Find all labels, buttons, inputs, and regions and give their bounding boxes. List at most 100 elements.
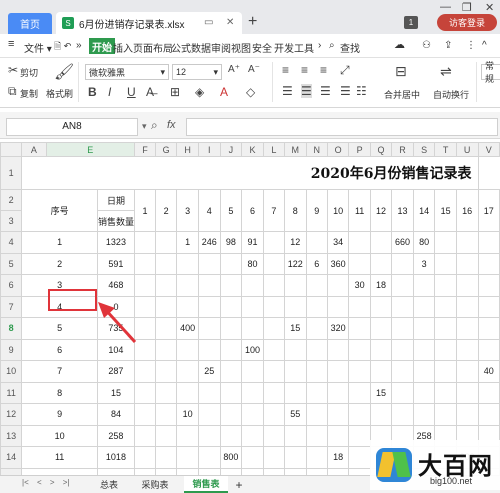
- tab-view[interactable]: 视图: [231, 40, 251, 55]
- day-cell[interactable]: [477, 231, 500, 254]
- day-cell[interactable]: [305, 317, 328, 340]
- day-cell[interactable]: [391, 360, 414, 383]
- row-header[interactable]: 13: [0, 424, 23, 447]
- close-tab-icon[interactable]: ✕: [226, 17, 234, 28]
- search-icon[interactable]: ⌕: [329, 40, 335, 51]
- border-icon[interactable]: ⊞: [170, 85, 180, 99]
- day-cell[interactable]: [155, 338, 178, 361]
- day-cell[interactable]: [241, 446, 264, 469]
- day-header[interactable]: 9: [305, 189, 328, 232]
- day-cell[interactable]: [219, 403, 243, 426]
- quick-access-icons[interactable]: 🗎 ↶: [54, 39, 71, 55]
- day-cell[interactable]: [326, 360, 350, 383]
- collapse-ribbon-icon[interactable]: ^: [482, 40, 487, 51]
- align-middle-icon[interactable]: ≡: [301, 63, 308, 77]
- day-cell[interactable]: [348, 403, 371, 426]
- day-cell[interactable]: 80: [241, 252, 264, 275]
- column-header[interactable]: G: [155, 142, 178, 157]
- sheet-tab-sales[interactable]: 销售表: [184, 476, 228, 493]
- day-cell[interactable]: [219, 295, 243, 318]
- column-header[interactable]: N: [305, 142, 328, 157]
- day-header[interactable]: 5: [219, 189, 243, 232]
- column-header[interactable]: R: [391, 142, 414, 157]
- column-header[interactable]: M: [283, 142, 307, 157]
- day-cell[interactable]: 6: [305, 252, 328, 275]
- day-cell[interactable]: [262, 381, 285, 404]
- day-header[interactable]: 4: [197, 189, 221, 232]
- day-cell[interactable]: [412, 317, 436, 340]
- day-cell[interactable]: [477, 338, 500, 361]
- name-box[interactable]: AN8: [6, 118, 138, 136]
- bold-button[interactable]: B: [88, 85, 97, 99]
- row-header[interactable]: 1: [0, 156, 23, 190]
- day-header[interactable]: 16: [455, 189, 479, 232]
- day-cell[interactable]: [155, 231, 178, 254]
- day-cell[interactable]: [197, 424, 221, 447]
- day-cell[interactable]: [391, 274, 414, 297]
- seq-cell[interactable]: 11: [21, 446, 98, 469]
- day-cell[interactable]: [369, 295, 393, 318]
- row-header[interactable]: 9: [0, 338, 23, 361]
- day-cell[interactable]: 18: [326, 446, 350, 469]
- column-header[interactable]: J: [219, 142, 243, 157]
- day-cell[interactable]: [348, 424, 371, 447]
- day-cell[interactable]: [477, 403, 500, 426]
- day-cell[interactable]: [176, 274, 199, 297]
- day-cell[interactable]: 15: [369, 381, 393, 404]
- wrap-text-icon[interactable]: ⇌: [440, 63, 452, 80]
- tab-developer[interactable]: 开发工具: [274, 40, 314, 55]
- seq-cell[interactable]: 5: [21, 317, 98, 340]
- day-cell[interactable]: [369, 317, 393, 340]
- qty-header[interactable]: 销售数量: [96, 210, 135, 232]
- day-cell[interactable]: [305, 446, 328, 469]
- day-cell[interactable]: [369, 231, 393, 254]
- seq-cell[interactable]: 6: [21, 338, 98, 361]
- qty-cell[interactable]: 468: [96, 274, 135, 297]
- close-window-icon[interactable]: ✕: [485, 1, 494, 14]
- date-header[interactable]: 日期: [96, 189, 135, 211]
- day-cell[interactable]: 246: [197, 231, 221, 254]
- column-header[interactable]: Q: [369, 142, 393, 157]
- day-cell[interactable]: [219, 252, 243, 275]
- day-cell[interactable]: [197, 274, 221, 297]
- day-cell[interactable]: [176, 252, 199, 275]
- day-header[interactable]: 2: [155, 189, 178, 232]
- zoom-icon[interactable]: ⌕: [151, 118, 158, 133]
- corner-cell[interactable]: [0, 142, 23, 157]
- day-cell[interactable]: 100: [241, 338, 264, 361]
- day-cell[interactable]: 18: [369, 274, 393, 297]
- day-cell[interactable]: [176, 338, 199, 361]
- day-cell[interactable]: [455, 338, 479, 361]
- align-top-icon[interactable]: ≡: [282, 63, 289, 77]
- day-cell[interactable]: [283, 360, 307, 383]
- day-cell[interactable]: [391, 317, 414, 340]
- day-cell[interactable]: [326, 403, 350, 426]
- day-cell[interactable]: [391, 403, 414, 426]
- align-right-icon[interactable]: ☰: [320, 84, 331, 98]
- seq-cell[interactable]: 7: [21, 360, 98, 383]
- day-cell[interactable]: [369, 360, 393, 383]
- day-cell[interactable]: [283, 424, 307, 447]
- day-cell[interactable]: [348, 295, 371, 318]
- qty-cell[interactable]: 1018: [96, 446, 135, 469]
- row-header[interactable]: 11: [0, 381, 23, 404]
- day-cell[interactable]: [391, 381, 414, 404]
- number-format-select[interactable]: 常规: [481, 61, 500, 84]
- row-header[interactable]: 6: [0, 274, 23, 297]
- day-cell[interactable]: 55: [283, 403, 307, 426]
- day-cell[interactable]: 91: [241, 231, 264, 254]
- day-cell[interactable]: [305, 295, 328, 318]
- distributed-icon[interactable]: ☷: [356, 84, 367, 98]
- day-cell[interactable]: [305, 338, 328, 361]
- search-button[interactable]: 查找: [340, 40, 360, 55]
- day-cell[interactable]: [197, 317, 221, 340]
- day-cell[interactable]: [219, 317, 243, 340]
- day-cell[interactable]: [262, 252, 285, 275]
- column-header[interactable]: A: [21, 142, 47, 157]
- format-painter-icon[interactable]: 🖌: [54, 62, 74, 82]
- day-cell[interactable]: [412, 403, 436, 426]
- day-cell[interactable]: [219, 424, 243, 447]
- day-cell[interactable]: [455, 274, 479, 297]
- day-cell[interactable]: [197, 446, 221, 469]
- column-header[interactable]: H: [176, 142, 199, 157]
